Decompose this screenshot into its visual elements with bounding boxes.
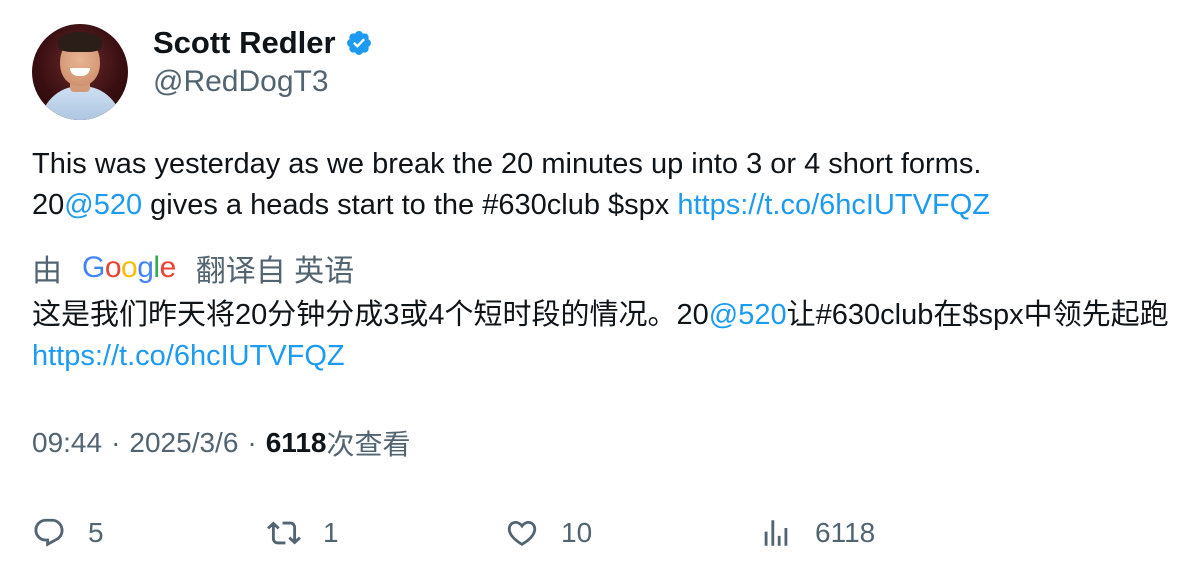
meta-separator: ·: [247, 427, 257, 458]
tweet-time[interactable]: 09:44: [32, 427, 102, 459]
views-icon: [764, 520, 788, 546]
google-logo: Google: [82, 251, 176, 284]
author-name-row[interactable]: Scott Redler: [153, 25, 373, 61]
tweet-meta: 09:44 · 2025/3/6 · 6118 次查看: [32, 423, 411, 463]
translated-by-label: 由: [32, 255, 62, 288]
mention-link[interactable]: @520: [64, 189, 142, 221]
like-count: 10: [561, 517, 593, 548]
views-label: 次查看: [326, 429, 411, 460]
translation-url-link[interactable]: https://t.co/6hcIUTVFQZ: [32, 340, 345, 372]
author-avatar[interactable]: [32, 24, 128, 120]
translation-mention-link[interactable]: @520: [709, 299, 787, 331]
like-button[interactable]: 10: [505, 506, 592, 560]
author-handle[interactable]: @RedDogT3: [153, 65, 329, 99]
reply-count: 5: [88, 517, 104, 548]
meta-separator: ·: [111, 427, 121, 458]
tweet-line-2: 20@520 gives a heads start to the #630cl…: [32, 185, 1172, 226]
tweet-text-mid: gives a heads start to the #630club $spx: [142, 189, 678, 221]
translated-from-label: 翻译自 英语: [195, 255, 355, 288]
reply-button[interactable]: 5: [32, 506, 104, 560]
views-button[interactable]: 6118: [759, 506, 875, 560]
avatar-hair: [58, 32, 102, 52]
views-count: 6118: [265, 427, 327, 458]
author-name[interactable]: Scott Redler: [153, 25, 336, 61]
tweet-text-prefix: 20: [32, 189, 65, 221]
translation-part1: 这是我们昨天将20分钟分成3或4个短时段的情况。20: [32, 299, 709, 331]
retweet-icon: [267, 521, 301, 545]
tweet-url-link[interactable]: https://t.co/6hcIUTVFQZ: [677, 189, 990, 221]
translation-attribution: 由 Google 翻译自 英语: [32, 248, 354, 288]
views-action-count: 6118: [815, 517, 876, 548]
retweet-count: 1: [323, 517, 339, 548]
tweet-date[interactable]: 2025/3/6: [129, 427, 238, 459]
like-icon: [507, 520, 537, 546]
verified-badge-icon: [346, 31, 371, 55]
tweet-text: This was yesterday as we break the 20 mi…: [32, 144, 1172, 226]
translated-text: 这是我们昨天将20分钟分成3或4个短时段的情况。20@520让#630club在…: [32, 295, 1172, 377]
action-bar: 5 1 10 6118: [32, 506, 1172, 560]
translation-part2: 让#630club在$spx中领先起跑: [786, 299, 1177, 331]
tweet-line-1: This was yesterday as we break the 20 mi…: [32, 148, 982, 180]
reply-icon: [34, 518, 64, 547]
retweet-button[interactable]: 1: [267, 506, 339, 560]
